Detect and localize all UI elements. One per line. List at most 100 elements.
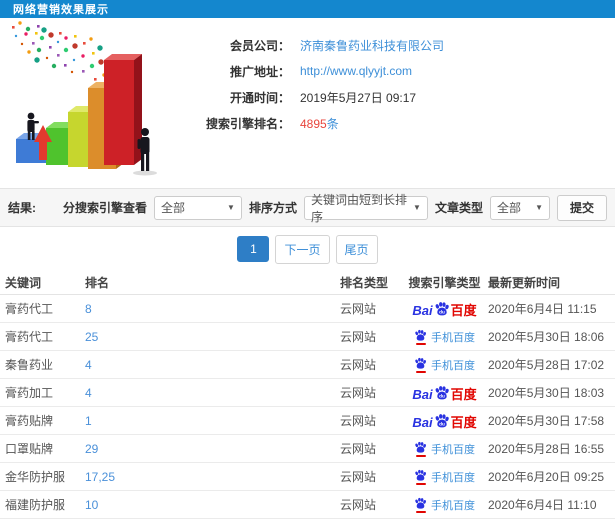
info-row: 搜索引擎排名： 4895条 xyxy=(178,110,444,136)
baidu-logo-text-baidu: 百度 xyxy=(450,386,477,402)
info-label: 推广地址： xyxy=(229,64,290,79)
baidu-mobile-logo: 手机百度 xyxy=(414,469,475,485)
table-body: 膏药代工 8 云网站 Bai du 百度 2020年6月4日 11:15 膏药代工 25 云网站手… xyxy=(0,295,615,520)
baidu-paw-icon xyxy=(415,469,426,481)
rank-cell[interactable]: 4 xyxy=(85,358,340,372)
baidu-underline xyxy=(415,510,426,513)
engine-type-cell: 手机百度 xyxy=(403,497,486,513)
keyword-cell: 金华防护服 xyxy=(5,470,66,484)
rank-cell[interactable]: 25 xyxy=(85,330,340,344)
updated-time-cell: 2020年6月4日 11:10 xyxy=(488,498,597,512)
bar-chart-illustration xyxy=(4,20,176,178)
baidu-pc-logo: Bai du 百度 xyxy=(412,413,477,430)
engine-type-cell: Bai du 百度 xyxy=(403,385,486,401)
info-value[interactable]: 济南秦鲁药业科技有限公司 xyxy=(300,37,444,54)
rank-cell[interactable]: 8 xyxy=(85,302,340,316)
baidu-underline xyxy=(415,482,426,485)
updated-time-cell: 2020年5月28日 17:02 xyxy=(488,358,605,372)
baidu-logo-text-baidu: 百度 xyxy=(450,302,477,318)
rank-cell[interactable]: 10 xyxy=(85,498,340,512)
bar-red xyxy=(104,54,142,165)
results-table: 关键词 排名 排名类型 搜索引擎类型 最新更新时间 膏药代工 8 云网站 Bai du 百… xyxy=(0,271,615,520)
baidu-underline xyxy=(415,454,426,457)
sort-filter-value: 关键词由短到长排序 xyxy=(310,192,407,224)
engine-filter-select[interactable]: 全部 ▼ xyxy=(153,195,242,220)
keyword-cell: 口罩贴牌 xyxy=(5,442,54,456)
baidu-pc-logo: Bai du 百度 xyxy=(412,301,477,318)
engine-type-cell: 手机百度 xyxy=(403,469,486,485)
growth-chart-graphic xyxy=(12,21,157,176)
keyword-cell: 膏药代工 xyxy=(5,330,54,344)
chevron-down-icon: ▼ xyxy=(535,203,543,212)
baidu-pc-logo: Bai du 百度 xyxy=(412,385,477,402)
baidu-underline xyxy=(415,342,426,345)
rank-type-cell: 云网站 xyxy=(340,442,377,456)
baidu-logo-text-bai: Bai xyxy=(412,414,433,430)
info-value: 2019年5月27日 09:17 xyxy=(300,90,417,105)
info-row: 推广地址： http://www.qlyyjt.com xyxy=(178,58,444,84)
baidu-mobile-logo: 手机百度 xyxy=(414,441,475,457)
info-list: 会员公司： 济南秦鲁药业科技有限公司推广地址： http://www.qlyyjt.… xyxy=(178,32,444,136)
submit-button[interactable]: 提交 xyxy=(556,194,607,221)
article-type-filter-select[interactable]: 全部 ▼ xyxy=(489,195,550,220)
table-row: 膏药加工 4 云网站 Bai du 百度 2020年5月30日 18:03 xyxy=(0,379,615,407)
info-value[interactable]: http://www.qlyyjt.com xyxy=(300,64,412,78)
ranking-count-unit: 条 xyxy=(326,116,339,131)
next-page-button[interactable]: 下一页 xyxy=(275,234,330,264)
table-row: 金华防护服 17,25 云网站 手机百度 2020年6月20日 09:25 xyxy=(0,463,615,491)
svg-text:du: du xyxy=(439,393,445,398)
engine-filter-value: 全部 xyxy=(160,201,185,215)
baidu-paw-icon: du xyxy=(435,413,449,427)
rank-cell[interactable]: 17,25 xyxy=(85,470,340,484)
top-section: 会员公司： 济南秦鲁药业科技有限公司推广地址： http://www.qlyyjt.… xyxy=(0,18,615,188)
last-page-button[interactable]: 尾页 xyxy=(335,234,378,264)
confetti-dots xyxy=(12,21,106,81)
table-header-row: 关键词 排名 排名类型 搜索引擎类型 最新更新时间 xyxy=(0,271,615,295)
sort-filter-select[interactable]: 关键词由短到长排序 ▼ xyxy=(303,193,428,224)
article-type-filter-label: 文章类型 xyxy=(434,201,483,215)
info-row: 会员公司： 济南秦鲁药业科技有限公司 xyxy=(178,32,444,58)
header-engine-type: 搜索引擎类型 xyxy=(408,276,481,290)
engine-type-cell: Bai du 百度 xyxy=(403,413,486,429)
engine-filter-label: 分搜索引擎查看 xyxy=(62,201,147,215)
baidu-paw-icon xyxy=(415,329,426,341)
updated-time-cell: 2020年5月30日 18:06 xyxy=(488,330,605,344)
page-1-button[interactable]: 1 xyxy=(237,236,270,262)
baidu-paw-icon xyxy=(415,497,426,509)
rank-cell[interactable]: 4 xyxy=(85,386,340,400)
rank-cell[interactable]: 29 xyxy=(85,442,340,456)
filter-bar: 结果: 分搜索引擎查看 全部 ▼ 排序方式 关键词由短到长排序 ▼ 文章类型 全部 ▼ 提交 xyxy=(0,188,615,227)
results-label: 结果: xyxy=(8,201,36,215)
sort-filter-label: 排序方式 xyxy=(248,201,297,215)
svg-text:du: du xyxy=(439,309,445,314)
filter-controls: 分搜索引擎查看 全部 ▼ 排序方式 关键词由短到长排序 ▼ 文章类型 全部 ▼ 提交 xyxy=(62,193,607,224)
article-type-filter-value: 全部 xyxy=(496,201,521,215)
keyword-cell: 膏药加工 xyxy=(5,386,54,400)
rank-type-cell: 云网站 xyxy=(340,414,377,428)
rank-type-cell: 云网站 xyxy=(340,302,377,316)
keyword-cell: 秦鲁药业 xyxy=(5,358,54,372)
table-row: 福建防护服 10 云网站 手机百度 2020年6月4日 11:10 xyxy=(0,491,615,519)
info-row: 开通时间： 2019年5月27日 09:17 xyxy=(178,84,444,110)
mobile-baidu-label: 手机百度 xyxy=(431,499,475,512)
rank-cell[interactable]: 1 xyxy=(85,414,340,428)
keyword-cell: 膏药代工 xyxy=(5,302,54,316)
info-label: 开通时间： xyxy=(229,90,290,105)
title-bar: 网络营销效果展示 xyxy=(0,0,615,18)
table-row: 膏药代工 8 云网站 Bai du 百度 2020年6月4日 11:15 xyxy=(0,295,615,323)
updated-time-cell: 2020年6月20日 09:25 xyxy=(488,470,605,484)
baidu-logo-text-baidu: 百度 xyxy=(450,414,477,430)
rank-type-cell: 云网站 xyxy=(340,330,377,344)
header-keyword: 关键词 xyxy=(5,276,42,290)
rank-type-cell: 云网站 xyxy=(340,386,377,400)
rank-type-cell: 云网站 xyxy=(340,358,377,372)
svg-text:du: du xyxy=(439,421,445,426)
engine-type-cell: Bai du 百度 xyxy=(403,301,486,317)
baidu-mobile-logo: 手机百度 xyxy=(414,357,475,373)
info-label: 搜索引擎排名： xyxy=(205,116,290,131)
mobile-baidu-label: 手机百度 xyxy=(431,359,475,372)
baidu-paw-icon: du xyxy=(435,385,449,399)
table-row: 膏药贴牌 1 云网站 Bai du 百度 2020年5月30日 17:58 xyxy=(0,407,615,435)
mobile-baidu-label: 手机百度 xyxy=(431,471,475,484)
baidu-paw-icon xyxy=(415,441,426,453)
